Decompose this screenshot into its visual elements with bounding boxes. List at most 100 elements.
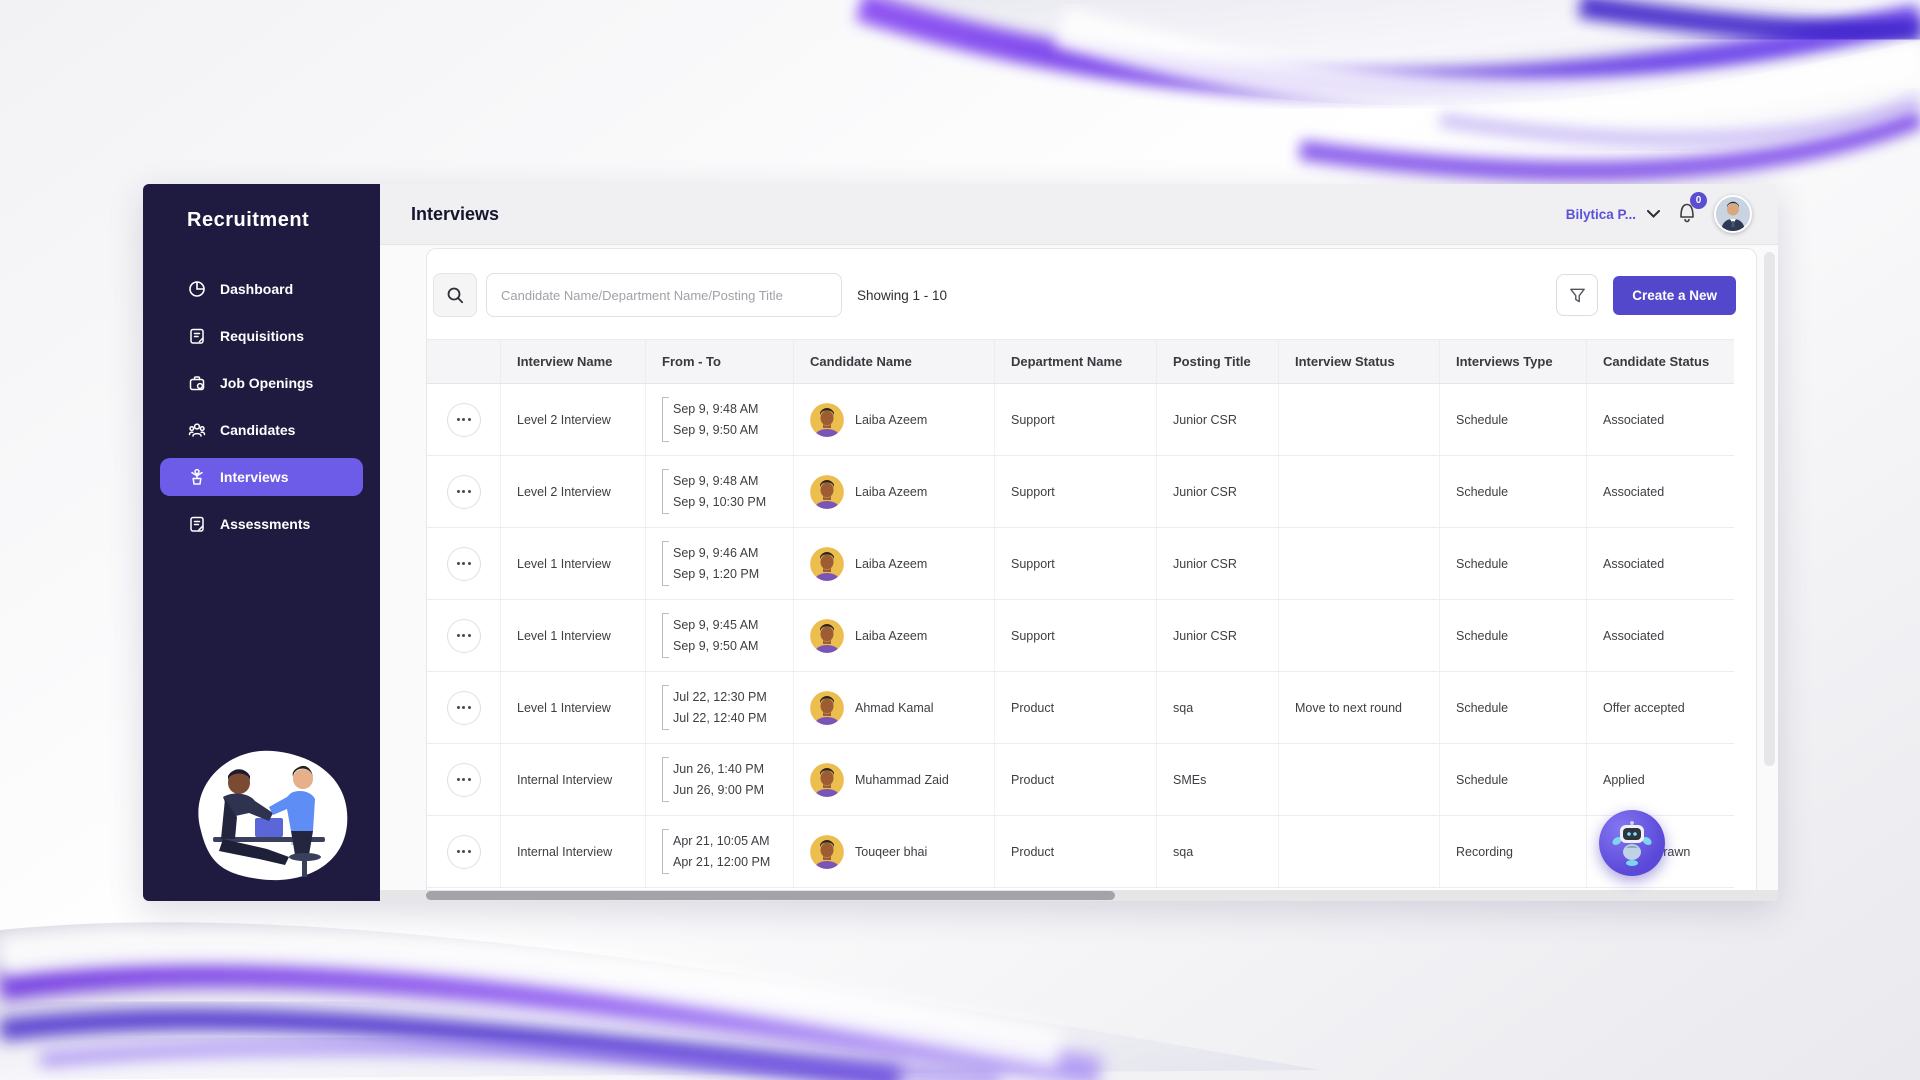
brand-logo: Recruitment xyxy=(187,209,310,231)
cell-department-name: Product xyxy=(995,672,1157,743)
table-row: Level 2 Interview Sep 9, 9:48 AM Sep 9, … xyxy=(427,384,1734,456)
cell-interviews-type: Schedule xyxy=(1440,384,1587,455)
chevron-down-icon[interactable] xyxy=(1647,210,1660,218)
table-row: Internal Interview Jun 26, 1:40 PM Jun 2… xyxy=(427,744,1734,816)
to-datetime: Jul 22, 12:40 PM xyxy=(673,711,767,725)
to-datetime: Jun 26, 9:00 PM xyxy=(673,783,765,797)
sidebar-item-job-openings[interactable]: Job Openings xyxy=(160,364,363,402)
sidebar-item-label: Candidates xyxy=(220,422,296,438)
cell-from-to: Jul 22, 12:30 PM Jul 22, 12:40 PM xyxy=(646,672,794,743)
cell-from-to: Sep 9, 9:48 AM Sep 9, 10:30 PM xyxy=(646,456,794,527)
interview-illustration xyxy=(198,750,348,881)
cell-candidate-status: Associated xyxy=(1603,628,1665,643)
sidebar-item-dashboard[interactable]: Dashboard xyxy=(160,270,363,308)
col-actions xyxy=(427,340,501,383)
toolbar: Showing 1 - 10 Create a New xyxy=(427,273,1756,339)
sidebar-item-label: Dashboard xyxy=(220,281,294,297)
sidebar-item-label: Interviews xyxy=(220,469,289,485)
cell-interview-name: Level 1 Interview xyxy=(501,672,646,743)
page-title: Interviews xyxy=(411,203,500,224)
row-menu-button[interactable] xyxy=(446,762,481,797)
to-datetime: Apr 21, 12:00 PM xyxy=(673,855,771,869)
sidebar-item-requisitions[interactable]: Requisitions xyxy=(160,317,363,355)
candidate-name: Laiba Azeem xyxy=(855,628,928,643)
interviews-icon xyxy=(187,467,207,487)
cell-posting-title: Junior CSR xyxy=(1157,456,1279,527)
cell-from-to: Sep 9, 9:45 AM Sep 9, 9:50 AM xyxy=(646,600,794,671)
cell-candidate-status: Associated xyxy=(1603,412,1665,427)
to-datetime: Sep 9, 10:30 PM xyxy=(673,495,767,509)
horizontal-scrollbar-thumb[interactable] xyxy=(426,891,1115,900)
sidebar: Recruitment Dashboard Requisitions Job O… xyxy=(143,184,380,901)
content: Showing 1 - 10 Create a New Interview Na… xyxy=(380,245,1778,901)
cell-posting-title: sqa xyxy=(1157,816,1279,887)
robot-assistant-button[interactable] xyxy=(1599,810,1665,876)
to-datetime: Sep 9, 9:50 AM xyxy=(673,423,759,437)
user-avatar[interactable] xyxy=(1714,195,1752,233)
search-button[interactable] xyxy=(433,273,477,317)
col-interviews-type: Interviews Type xyxy=(1440,340,1587,383)
col-interview-name: Interview Name xyxy=(501,340,646,383)
from-datetime: Sep 9, 9:48 AM xyxy=(673,402,759,416)
interviews-table: Interview Name From - To Candidate Name … xyxy=(427,339,1734,898)
cell-interviews-type: Schedule xyxy=(1440,600,1587,671)
col-from-to: From - To xyxy=(646,340,794,383)
col-candidate-name: Candidate Name xyxy=(794,340,995,383)
cell-candidate-name: Muhammad Zaid xyxy=(794,744,995,815)
cell-candidate-status: Offer accepted xyxy=(1603,700,1685,715)
assessments-icon xyxy=(187,514,207,534)
sidebar-item-label: Requisitions xyxy=(220,328,305,344)
cell-candidate-status: Applied xyxy=(1603,772,1645,787)
table-row: Level 2 Interview Sep 9, 9:48 AM Sep 9, … xyxy=(427,456,1734,528)
cell-candidate-name: Touqeer bhai xyxy=(794,816,995,887)
table-row: Level 1 Interview Jul 22, 12:30 PM Jul 2… xyxy=(427,672,1734,744)
candidate-name: Muhammad Zaid xyxy=(855,772,949,787)
user-area: Bilytica P... 0 xyxy=(1566,191,1752,233)
cell-department-name: Support xyxy=(995,600,1157,671)
showing-count: Showing 1 - 10 xyxy=(857,287,948,303)
cell-posting-title: Junior CSR xyxy=(1157,384,1279,455)
row-menu-button[interactable] xyxy=(446,474,481,509)
main-area: Interviews Bilytica P... 0 Candidate Nam… xyxy=(380,184,1778,901)
table-header: Interview Name From - To Candidate Name … xyxy=(427,339,1734,384)
from-datetime: Sep 9, 9:45 AM xyxy=(673,618,759,632)
col-department-name: Department Name xyxy=(995,340,1157,383)
candidate-name: Laiba Azeem xyxy=(855,484,928,499)
cell-interview-status xyxy=(1279,744,1440,815)
sidebar-item-candidates[interactable]: Candidates xyxy=(160,411,363,449)
from-datetime: Jul 22, 12:30 PM xyxy=(673,690,767,704)
candidate-avatar xyxy=(810,690,844,725)
row-menu-button[interactable] xyxy=(446,690,481,725)
sidebar-nav: Dashboard Requisitions Job Openings Cand… xyxy=(143,270,380,543)
row-menu-button[interactable] xyxy=(446,834,481,869)
candidates-icon xyxy=(187,420,207,440)
job-openings-icon xyxy=(187,373,207,393)
org-menu[interactable]: Bilytica P... xyxy=(1566,207,1636,222)
vertical-scrollbar[interactable] xyxy=(1764,252,1775,766)
cell-interview-status xyxy=(1279,528,1440,599)
sidebar-item-interviews[interactable]: Interviews xyxy=(160,458,363,496)
candidate-name: Laiba Azeem xyxy=(855,556,928,571)
candidate-avatar xyxy=(810,474,844,509)
horizontal-scrollbar[interactable] xyxy=(380,890,1778,901)
search-input[interactable] xyxy=(486,273,842,317)
requisitions-icon xyxy=(187,326,207,346)
cell-interview-status xyxy=(1279,456,1440,527)
table-body: Level 2 Interview Sep 9, 9:48 AM Sep 9, … xyxy=(427,384,1734,888)
candidate-avatar xyxy=(810,546,844,581)
row-menu-button[interactable] xyxy=(446,618,481,653)
notifications-button[interactable]: 0 xyxy=(1675,191,1707,229)
cell-candidate-name: Laiba Azeem xyxy=(794,384,995,455)
candidate-avatar xyxy=(810,834,844,869)
table-row: Internal Interview Apr 21, 10:05 AM Apr … xyxy=(427,816,1734,888)
cell-interview-name: Level 2 Interview xyxy=(501,384,646,455)
create-new-button[interactable]: Create a New xyxy=(1613,275,1736,315)
sidebar-item-assessments[interactable]: Assessments xyxy=(160,505,363,543)
row-menu-button[interactable] xyxy=(446,546,481,581)
row-menu-button[interactable] xyxy=(446,402,481,437)
cell-department-name: Support xyxy=(995,384,1157,455)
cell-interviews-type: Schedule xyxy=(1440,672,1587,743)
filter-button[interactable] xyxy=(1556,274,1599,316)
to-datetime: Sep 9, 1:20 PM xyxy=(673,567,760,581)
from-datetime: Jun 26, 1:40 PM xyxy=(673,762,765,776)
